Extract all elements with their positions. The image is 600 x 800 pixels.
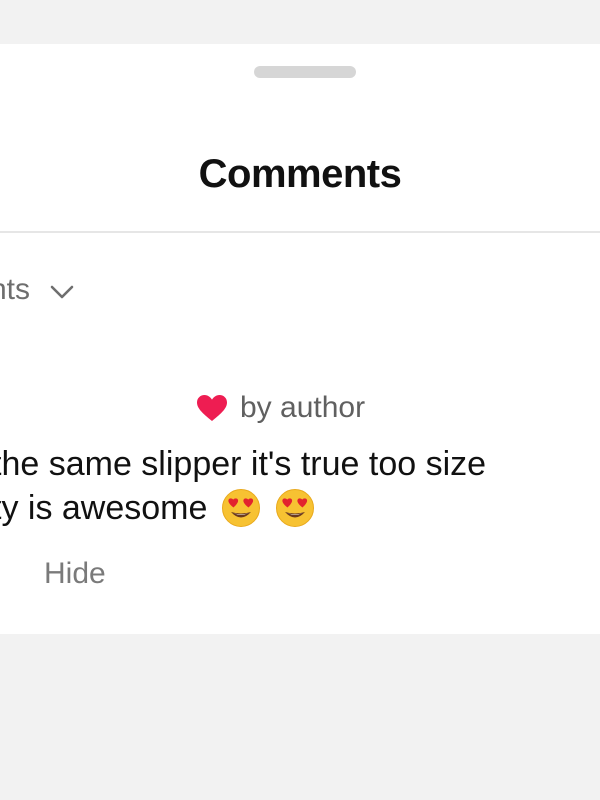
comment-text-line-1: the same slipper it's true too size <box>0 445 487 483</box>
by-author-label: by author <box>240 391 366 424</box>
comment-text-line-2: ty is awesome <box>0 488 315 528</box>
chevron-down-icon <box>50 284 74 300</box>
sort-dropdown[interactable]: nts <box>0 272 74 308</box>
sort-label: nts <box>0 273 31 306</box>
sheet-title: Comments <box>198 152 402 196</box>
heart-eyes-emoji-icon <box>275 488 315 528</box>
hide-button[interactable]: Hide <box>44 556 106 592</box>
author-liked-badge: by author <box>196 390 365 426</box>
heart-eyes-emoji-icon <box>221 488 261 528</box>
drag-handle[interactable] <box>254 66 356 78</box>
header-divider <box>0 231 600 233</box>
screen: Comments nts by author the same slipper … <box>0 0 600 800</box>
comment-text-line-2-text: ty is awesome <box>0 489 208 527</box>
heart-icon <box>196 394 228 422</box>
comments-sheet: Comments nts by author the same slipper … <box>0 44 600 634</box>
